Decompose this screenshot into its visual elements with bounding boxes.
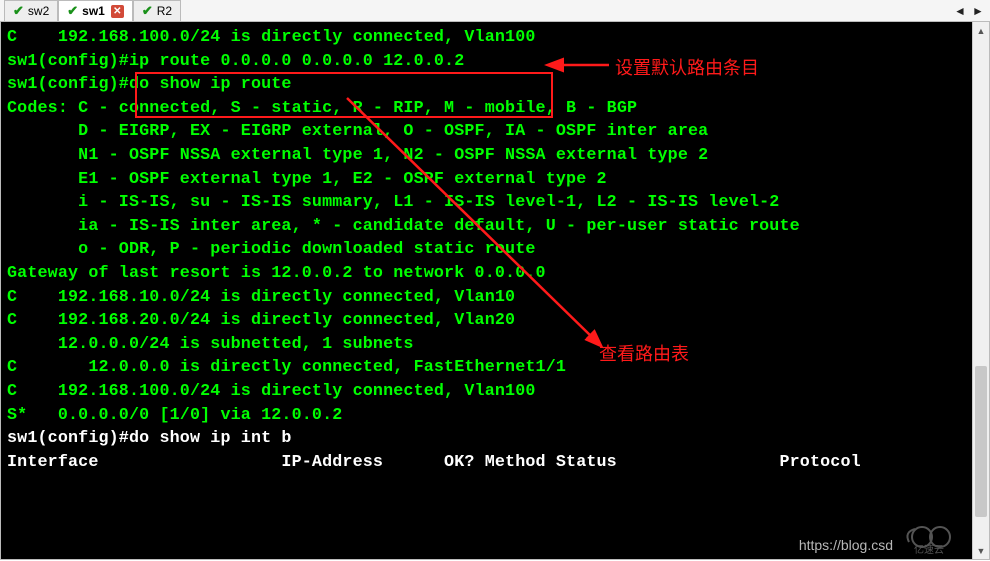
terminal-line: Interface IP-Address OK? Method Status P… [7,451,983,475]
terminal-line: C 192.168.100.0/24 is directly connected… [7,26,983,50]
terminal-line: D - EIGRP, EX - EIGRP external, O - OSPF… [7,120,983,144]
terminal-line: E1 - OSPF external type 1, E2 - OSPF ext… [7,168,983,192]
tab-label: R2 [157,4,172,18]
terminal-line: S* 0.0.0.0/0 [1/0] via 12.0.0.2 [7,404,983,428]
close-icon[interactable]: ✕ [111,5,124,18]
tab-label: sw2 [28,4,49,18]
terminal-line: C 12.0.0.0 is directly connected, FastEt… [7,356,983,380]
tab-R2[interactable]: ✔ R2 [133,0,181,21]
svg-text:亿速云: 亿速云 [914,543,944,555]
terminal-line: Gateway of last resort is 12.0.0.2 to ne… [7,262,983,286]
terminal-line: o - ODR, P - periodic downloaded static … [7,238,983,262]
scroll-thumb[interactable] [975,366,987,517]
terminal-line: ia - IS-IS inter area, * - candidate def… [7,215,983,239]
terminal-line: Codes: C - connected, S - static, R - RI… [7,97,983,121]
tab-sw2[interactable]: ✔ sw2 [4,0,58,21]
check-icon: ✔ [67,3,78,19]
watermark-text: https://blog.csd [799,537,893,553]
terminal-line: N1 - OSPF NSSA external type 1, N2 - OSP… [7,144,983,168]
terminal-line: C 192.168.100.0/24 is directly connected… [7,380,983,404]
watermark-logo-icon: 亿速云 [899,519,969,555]
check-icon: ✔ [142,3,153,19]
tab-nav: ◄ ► [952,3,986,19]
scrollbar-vertical[interactable]: ▲ ▼ [972,22,989,559]
terminal-line: C 192.168.20.0/24 is directly connected,… [7,309,983,333]
tab-sw1[interactable]: ✔ sw1 ✕ [58,0,133,21]
terminal-wrap: C 192.168.100.0/24 is directly connected… [0,22,990,560]
terminal-line: i - IS-IS, su - IS-IS summary, L1 - IS-I… [7,191,983,215]
tab-next-button[interactable]: ► [970,3,986,19]
terminal-line: sw1(config)#ip route 0.0.0.0 0.0.0.0 12.… [7,50,983,74]
scroll-down-button[interactable]: ▼ [973,542,989,559]
tabbar: ✔ sw2 ✔ sw1 ✕ ✔ R2 ◄ ► [0,0,990,22]
scroll-track[interactable] [973,39,989,542]
tab-prev-button[interactable]: ◄ [952,3,968,19]
scroll-up-button[interactable]: ▲ [973,22,989,39]
terminal-line: C 192.168.10.0/24 is directly connected,… [7,286,983,310]
check-icon: ✔ [13,3,24,19]
terminal[interactable]: C 192.168.100.0/24 is directly connected… [1,22,989,559]
terminal-line: sw1(config)#do show ip route [7,73,983,97]
terminal-line: sw1(config)#do show ip int b [7,427,983,451]
terminal-line: 12.0.0.0/24 is subnetted, 1 subnets [7,333,983,357]
tabs-container: ✔ sw2 ✔ sw1 ✕ ✔ R2 [4,0,181,21]
tab-label: sw1 [82,4,105,18]
